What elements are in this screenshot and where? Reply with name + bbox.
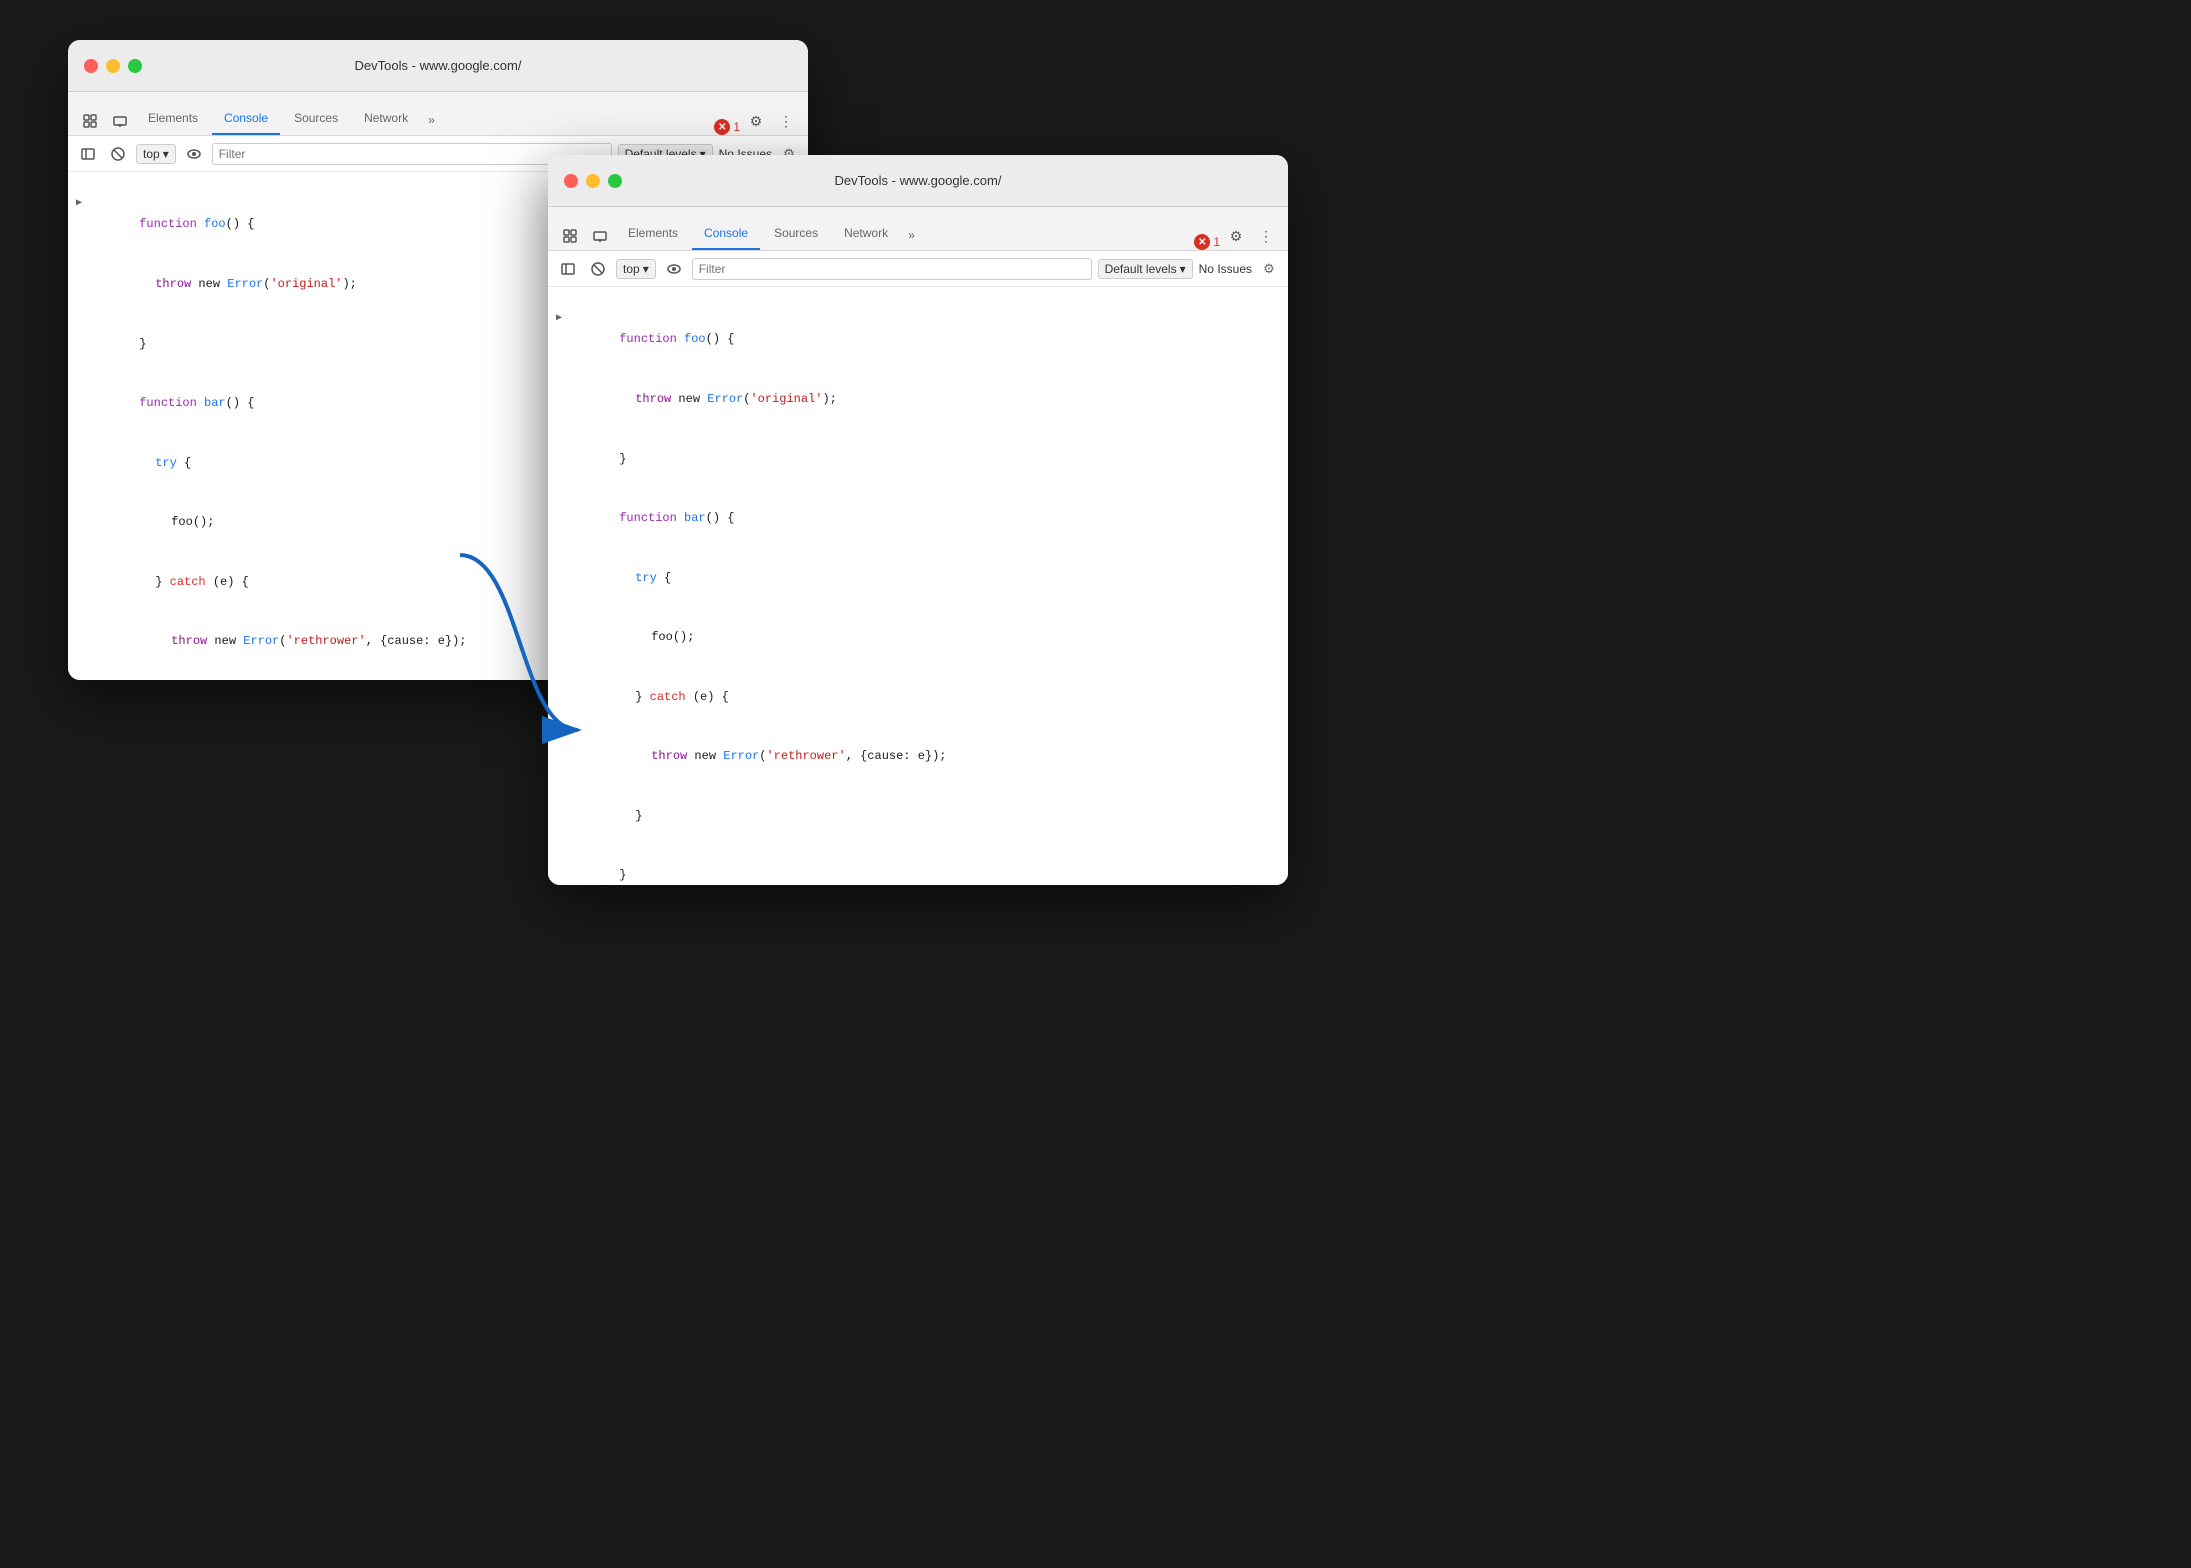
w2-code-line-8: throw new Error('rethrower', {cause: e})… [548, 727, 1288, 787]
traffic-lights-2 [564, 174, 622, 188]
expand-arrow-1[interactable]: ▶ [76, 196, 82, 212]
w2-code-line-4: function bar() { [548, 489, 1288, 549]
no-issues-2: No Issues [1199, 262, 1252, 276]
context-selector-2[interactable]: top ▾ [616, 259, 656, 279]
cursor-icon-1[interactable] [76, 107, 104, 135]
device-icon-1[interactable] [106, 107, 134, 135]
default-levels-label-2: Default levels [1105, 262, 1177, 276]
context-selector-1[interactable]: top ▾ [136, 144, 176, 164]
minimize-button-1[interactable] [106, 59, 120, 73]
tab-more-2[interactable]: » [902, 220, 921, 250]
devtools-window-2: DevTools - www.google.com/ Elements Cons… [548, 155, 1288, 885]
tab-bar-2: Elements Console Sources Network » ✕ 1 ⚙… [548, 207, 1288, 251]
tab-network-1[interactable]: Network [352, 103, 420, 135]
console-toolbar-2: top ▾ Default levels ▾ No Issues ⚙ [548, 251, 1288, 287]
chevron-down-icon-4: ▾ [1180, 262, 1186, 276]
console-content-2: ▶ function foo() { throw new Error('orig… [548, 287, 1288, 885]
error-count-2: 1 [1213, 235, 1220, 249]
maximize-button-1[interactable] [128, 59, 142, 73]
tab-console-1[interactable]: Console [212, 103, 280, 135]
error-badge-2: ✕ 1 [1194, 234, 1220, 250]
eye-icon-2[interactable] [662, 257, 686, 281]
cursor-icon-2[interactable] [556, 222, 584, 250]
error-badge-1: ✕ 1 [714, 119, 740, 135]
tab-console-2[interactable]: Console [692, 218, 760, 250]
w2-code-line-2: throw new Error('original'); [548, 370, 1288, 430]
w2-expand-arrow-1[interactable]: ▶ [556, 311, 562, 327]
clear-icon-1[interactable] [106, 142, 130, 166]
filter-input-2[interactable] [692, 258, 1092, 280]
kebab-icon-1[interactable]: ⋮ [772, 107, 800, 135]
w2-code-line-5: try { [548, 548, 1288, 608]
error-dot-1: ✕ [714, 119, 730, 135]
sidebar-toggle-1[interactable] [76, 142, 100, 166]
close-button-1[interactable] [84, 59, 98, 73]
w2-code-line-9: } [548, 787, 1288, 847]
close-button-2[interactable] [564, 174, 578, 188]
w2-code-line-10: } [548, 846, 1288, 885]
tab-elements-1[interactable]: Elements [136, 103, 210, 135]
clear-icon-2[interactable] [586, 257, 610, 281]
tab-network-2[interactable]: Network [832, 218, 900, 250]
tab-sources-1[interactable]: Sources [282, 103, 350, 135]
settings-icon-2[interactable]: ⚙ [1222, 222, 1250, 250]
error-dot-2: ✕ [1194, 234, 1210, 250]
minimize-button-2[interactable] [586, 174, 600, 188]
maximize-button-2[interactable] [608, 174, 622, 188]
window-title-2: DevTools - www.google.com/ [835, 173, 1002, 188]
gear-icon-2[interactable]: ⚙ [1258, 258, 1280, 280]
title-bar-1: DevTools - www.google.com/ [68, 40, 808, 92]
tab-bar-1: Elements Console Sources Network » ✕ 1 ⚙… [68, 92, 808, 136]
traffic-lights-1 [84, 59, 142, 73]
chevron-down-icon-1: ▾ [163, 147, 169, 161]
default-levels-2[interactable]: Default levels ▾ [1098, 259, 1193, 279]
chevron-down-icon-3: ▾ [643, 262, 649, 276]
top-label-2: top [623, 262, 640, 276]
error-count-1: 1 [733, 120, 740, 134]
eye-icon-1[interactable] [182, 142, 206, 166]
device-icon-2[interactable] [586, 222, 614, 250]
sidebar-toggle-2[interactable] [556, 257, 580, 281]
w2-code-line-7: } catch (e) { [548, 668, 1288, 728]
tab-sources-2[interactable]: Sources [762, 218, 830, 250]
tab-elements-2[interactable]: Elements [616, 218, 690, 250]
tab-more-1[interactable]: » [422, 105, 441, 135]
window-title-1: DevTools - www.google.com/ [355, 58, 522, 73]
settings-icon-1[interactable]: ⚙ [742, 107, 770, 135]
w2-code-line-1: ▶ function foo() { [548, 291, 1288, 370]
kebab-icon-2[interactable]: ⋮ [1252, 222, 1280, 250]
title-bar-2: DevTools - www.google.com/ [548, 155, 1288, 207]
w2-code-line-3: } [548, 429, 1288, 489]
top-label-1: top [143, 147, 160, 161]
w2-code-line-6: foo(); [548, 608, 1288, 668]
